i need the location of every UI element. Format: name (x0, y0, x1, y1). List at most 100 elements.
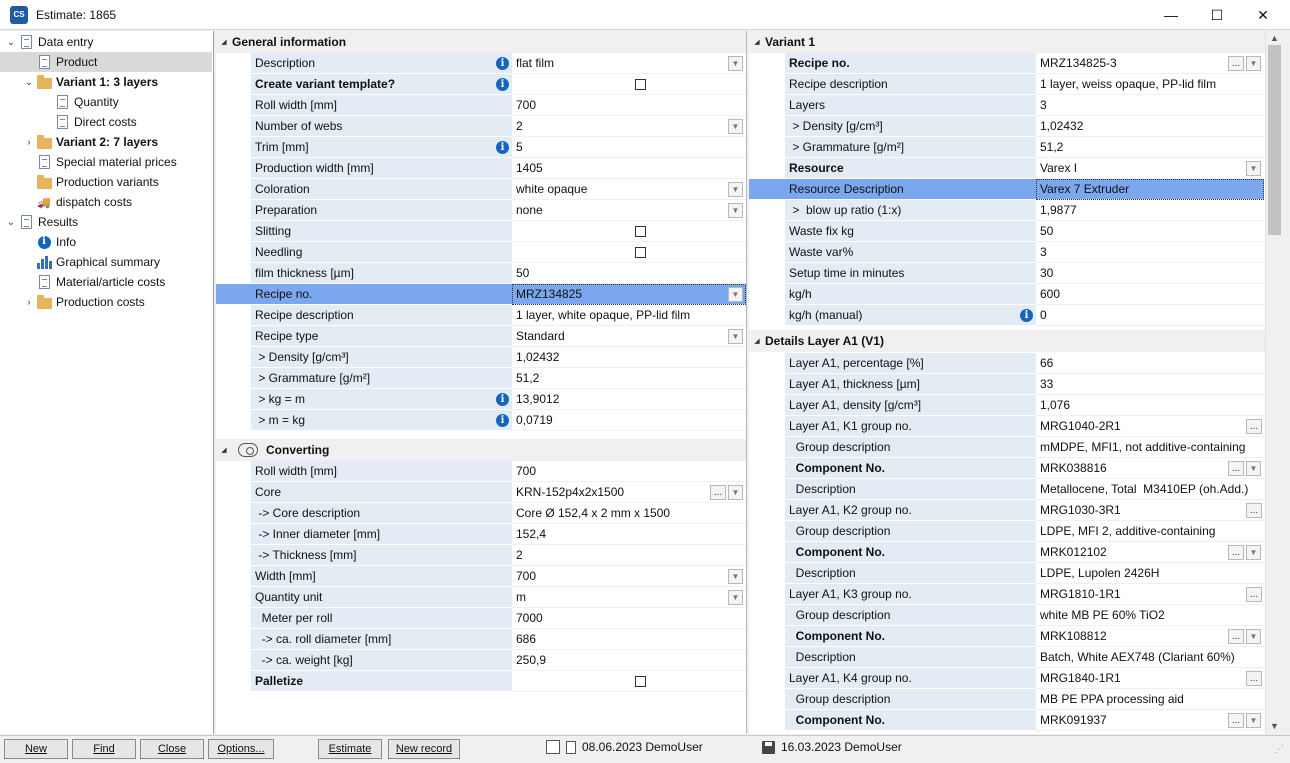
row-quantity-unit[interactable]: Quantity unit m ▼ (251, 587, 746, 608)
collapse-triangle-icon[interactable]: ◢ (216, 446, 232, 454)
row-component-no[interactable]: Component No. MRK091937 ▼... (785, 710, 1264, 731)
expand-arrow-icon[interactable]: › (22, 137, 36, 148)
scrollbar-thumb[interactable] (1268, 45, 1281, 235)
row-layer-a1-density-g-cm[interactable]: Layer A1, density [g/cm³] 1,076 (785, 395, 1264, 416)
row-roll-width-mm[interactable]: Roll width [mm] 700 (251, 95, 746, 116)
row-layers[interactable]: Layers 3 (785, 95, 1264, 116)
ellipsis-button[interactable]: ... (1228, 713, 1244, 728)
row-grammature-g-m[interactable]: > Grammature [g/m²] 51,2 (785, 137, 1264, 158)
nav-item-direct-costs[interactable]: Direct costs (40, 112, 137, 132)
row-layer-a1-percentage[interactable]: Layer A1, percentage [%] 66 (785, 353, 1264, 374)
field-value[interactable]: 250,9 (512, 650, 746, 671)
scroll-down-icon[interactable]: ▼ (1266, 719, 1283, 733)
nav-item-info[interactable]: i Info (22, 232, 76, 252)
field-value[interactable]: 2 (512, 545, 746, 566)
nav-item-special-material-prices[interactable]: Special material prices (22, 152, 177, 172)
row-layer-a1-thickness-m[interactable]: Layer A1, thickness [µm] 33 (785, 374, 1264, 395)
row-number-of-webs[interactable]: Number of webs 2 ▼ (251, 116, 746, 137)
field-value[interactable]: 700 (512, 95, 746, 116)
info-icon[interactable]: i (496, 141, 509, 154)
ellipsis-button[interactable]: ... (1228, 629, 1244, 644)
row-resource-description[interactable]: Resource Description Varex 7 Extruder (749, 179, 1264, 200)
row-blow-up-ratio-1-x[interactable]: > blow up ratio (1:x) 1,9877 (785, 200, 1264, 221)
collapse-triangle-icon[interactable]: ◢ (216, 38, 232, 46)
row-waste-fix-kg[interactable]: Waste fix kg 50 (785, 221, 1264, 242)
field-value[interactable]: MRG1810-1R1... (1036, 584, 1264, 605)
field-value[interactable]: 2 ▼ (512, 116, 746, 137)
row-core-description[interactable]: -> Core description Core Ø 152,4 x 2 mm x… (251, 503, 746, 524)
field-value[interactable]: MRZ134825-3 ▼... (1036, 53, 1264, 74)
field-value[interactable] (512, 671, 746, 692)
dropdown-arrow-icon[interactable]: ▼ (1246, 461, 1261, 476)
row-component-no[interactable]: Component No. MRK038816 ▼... (785, 458, 1264, 479)
field-value[interactable] (512, 242, 746, 263)
dropdown-arrow-icon[interactable]: ▼ (728, 56, 743, 71)
row-group-description[interactable]: Group description LDPE, MFI 2, additive-c… (785, 521, 1264, 542)
field-value[interactable]: white opaque ▼ (512, 179, 746, 200)
row-coloration[interactable]: Coloration white opaque ▼ (251, 179, 746, 200)
field-value[interactable]: 51,2 (1036, 137, 1264, 158)
field-value[interactable]: LDPE, Lupolen 2426H (1036, 563, 1264, 584)
nav-item-results[interactable]: ⌄ Results (4, 212, 78, 232)
row-group-description[interactable]: Group description mMDPE, MFI1, not additi… (785, 437, 1264, 458)
nav-item-production-costs[interactable]: › Production costs (22, 292, 145, 312)
section-header-variant-1[interactable]: ◢ Variant 1 (749, 31, 1265, 53)
info-icon[interactable]: i (1020, 309, 1033, 322)
vertical-scrollbar[interactable]: ▲ ▼ (1265, 31, 1282, 734)
nav-item-dispatch-costs[interactable]: 🚚 dispatch costs (22, 192, 132, 212)
row-meter-per-roll[interactable]: Meter per roll 7000 (251, 608, 746, 629)
dropdown-arrow-icon[interactable]: ▼ (728, 590, 743, 605)
row-component-no[interactable]: Component No. MRK108812 ▼... (785, 626, 1264, 647)
new-record-button[interactable]: New record (388, 739, 460, 759)
field-value[interactable]: KRN-152p4x2x1500 ▼... (512, 482, 746, 503)
ellipsis-button[interactable]: ... (1228, 56, 1244, 71)
ellipsis-button[interactable]: ... (1246, 419, 1262, 434)
find-button[interactable]: Find (72, 739, 136, 759)
row-grammature-g-m[interactable]: > Grammature [g/m²] 51,2 (251, 368, 746, 389)
nav-item-variant-2-7-layers[interactable]: › Variant 2: 7 layers (22, 132, 158, 152)
field-value[interactable]: 30 (1036, 263, 1264, 284)
options-button[interactable]: Options... (208, 739, 274, 759)
nav-item-data-entry[interactable]: ⌄ Data entry (4, 32, 93, 52)
checkbox[interactable] (635, 676, 646, 687)
ellipsis-button[interactable]: ... (710, 485, 726, 500)
collapse-triangle-icon[interactable]: ◢ (749, 38, 765, 46)
field-value[interactable]: LDPE, MFI 2, additive-containing (1036, 521, 1264, 542)
info-icon[interactable]: i (496, 57, 509, 70)
row-preparation[interactable]: Preparation none ▼ (251, 200, 746, 221)
row-m-kg[interactable]: > m = kg i 0,0719 (251, 410, 746, 431)
dropdown-arrow-icon[interactable]: ▼ (728, 203, 743, 218)
expand-arrow-icon[interactable]: ⌄ (4, 217, 18, 228)
row-group-description[interactable]: Group description MB PE PPA processing ai… (785, 689, 1264, 710)
dropdown-arrow-icon[interactable]: ▼ (728, 485, 743, 500)
ellipsis-button[interactable]: ... (1246, 671, 1262, 686)
ellipsis-button[interactable]: ... (1228, 545, 1244, 560)
field-value[interactable]: 3 (1036, 95, 1264, 116)
row-needling[interactable]: Needling (251, 242, 746, 263)
dropdown-arrow-icon[interactable]: ▼ (1246, 545, 1261, 560)
checkbox[interactable] (635, 79, 646, 90)
row-description[interactable]: Description Batch, White AEX748 (Clariant… (785, 647, 1264, 668)
field-value[interactable]: m ▼ (512, 587, 746, 608)
row-recipe-description[interactable]: Recipe description 1 layer, white opaque,… (251, 305, 746, 326)
section-header-converting[interactable]: ◢ Converting (216, 439, 746, 461)
field-value[interactable]: 50 (512, 263, 746, 284)
ellipsis-button[interactable]: ... (1246, 503, 1262, 518)
row-ca-weight-kg[interactable]: -> ca. weight [kg] 250,9 (251, 650, 746, 671)
dropdown-arrow-icon[interactable]: ▼ (1246, 161, 1261, 176)
row-density-g-cm[interactable]: > Density [g/cm³] 1,02432 (251, 347, 746, 368)
row-description[interactable]: Description i flat film ▼ (251, 53, 746, 74)
new-button[interactable]: New (4, 739, 68, 759)
field-value[interactable]: Standard ▼ (512, 326, 746, 347)
field-value[interactable]: Varex 7 Extruder (1036, 179, 1264, 200)
dropdown-arrow-icon[interactable]: ▼ (1246, 56, 1261, 71)
field-value[interactable]: 51,2 (512, 368, 746, 389)
field-value[interactable]: 686 (512, 629, 746, 650)
nav-item-product[interactable]: Product (0, 52, 212, 72)
field-value[interactable]: 1,076 (1036, 395, 1264, 416)
nav-item-graphical-summary[interactable]: Graphical summary (22, 252, 160, 272)
row-roll-width-mm[interactable]: Roll width [mm] 700 (251, 461, 746, 482)
row-kg-h-manual[interactable]: kg/h (manual) i 0 (785, 305, 1264, 326)
field-value[interactable]: 66 (1036, 353, 1264, 374)
field-value[interactable]: 700 ▼ (512, 566, 746, 587)
